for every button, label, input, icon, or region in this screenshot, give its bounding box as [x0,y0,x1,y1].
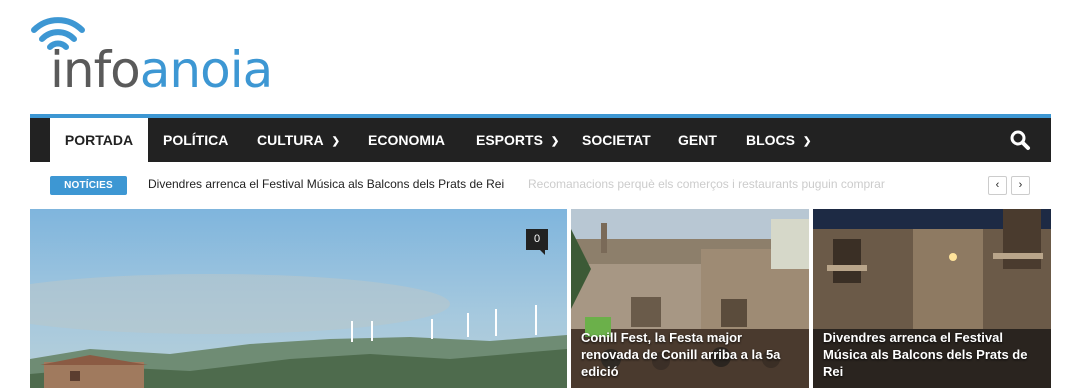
logo-part-info: info [50,41,141,99]
nav-item-blocs[interactable]: BLOCS ❯ [746,118,811,162]
comment-count-badge[interactable]: 0 [526,229,548,255]
nav-item-label: POLÍTICA [163,132,229,148]
ticker-headline[interactable]: Divendres arrenca el Festival Música als… [148,177,509,191]
ticker-next-headline[interactable]: Recomanacions perquè els comerços i rest… [528,177,928,191]
site-logo[interactable]: infoanoia [30,12,310,98]
news-ticker: NOTÍCIES Recomanacions perquè els comerç… [30,162,1051,208]
chevron-down-icon: ❯ [803,136,812,147]
nav-item-portada[interactable]: PORTADA [50,118,148,162]
nav-item-esports[interactable]: ESPORTS ❯ [476,118,559,162]
featured-title[interactable]: Conill Fest, la Festa major renovada de … [581,329,799,380]
featured-article-main[interactable]: 0 [30,209,567,388]
chevron-down-icon: ❯ [550,136,560,147]
ticker-badge: NOTÍCIES [50,176,127,195]
nav-item-societat[interactable]: SOCIETAT [582,118,651,162]
nav-item-politica[interactable]: POLÍTICA [163,118,228,162]
logo-part-anoia: anoia [139,41,273,99]
logo-wordmark: infoanoia [50,41,273,99]
nav-item-label: BLOCS [746,132,795,148]
nav-item-economia[interactable]: ECONOMIA [368,118,445,162]
nav-item-gent[interactable]: GENT [678,118,717,162]
featured-article-2[interactable]: Conill Fest, la Festa major renovada de … [571,209,809,388]
chevron-left-icon[interactable]: ‹ [988,176,1007,195]
chevron-right-icon[interactable]: › [1011,176,1030,195]
nav-item-label: CULTURA [257,132,324,148]
search-icon[interactable] [1009,129,1031,151]
nav-item-label: SOCIETAT [582,132,651,148]
nav-item-label: GENT [678,132,717,148]
nav-item-label: ESPORTS [476,132,543,148]
nav-item-label: ECONOMIA [368,132,445,148]
chevron-down-icon: ❯ [331,136,341,147]
main-nav: PORTADA POLÍTICA CULTURA ❯ ECONOMIA ESPOR… [30,118,1051,162]
nav-item-label: PORTADA [64,132,134,148]
landscape-image [30,209,567,388]
featured-title[interactable]: Divendres arrenca el Festival Música als… [823,329,1041,380]
featured-article-3[interactable]: Divendres arrenca el Festival Música als… [813,209,1051,388]
nav-item-cultura[interactable]: CULTURA ❯ [257,118,340,162]
